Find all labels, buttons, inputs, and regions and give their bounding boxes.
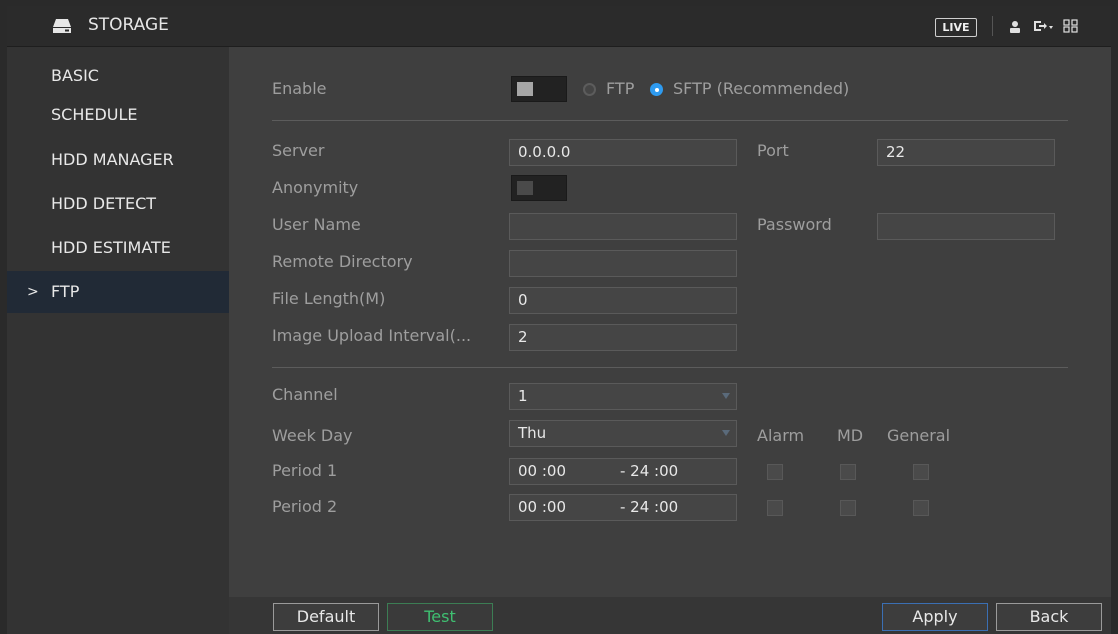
server-input[interactable]: 0.0.0.0 [509, 139, 737, 166]
upload-interval-input[interactable]: 2 [509, 324, 737, 351]
period-start-time: 00 :00 [518, 498, 566, 516]
bottom-bar: Default Test Apply Back [229, 597, 1111, 634]
weekday-label: Week Day [272, 426, 353, 445]
period-2-label: Period 2 [272, 497, 338, 516]
sidebar-item-label: FTP [51, 282, 80, 301]
default-button[interactable]: Default [273, 603, 379, 631]
page-title: STORAGE [88, 15, 169, 35]
sftp-option-label: SFTP (Recommended) [673, 79, 850, 98]
port-input[interactable]: 22 [877, 139, 1055, 166]
test-button[interactable]: Test [387, 603, 493, 631]
period-1-general-checkbox[interactable] [913, 464, 929, 480]
sidebar-item-label: BASIC [51, 66, 99, 85]
alarm-column-header: Alarm [757, 426, 805, 445]
general-column-header: General [887, 426, 951, 445]
channel-label: Channel [272, 385, 338, 404]
sidebar-item-label: HDD MANAGER [51, 150, 174, 169]
password-input[interactable] [877, 213, 1055, 240]
upload-interval-label: Image Upload Interval(... [272, 326, 472, 345]
sidebar-item-ftp[interactable]: > FTP [7, 271, 229, 313]
period-end-time: - 24 :00 [620, 498, 679, 516]
top-divider [992, 16, 993, 36]
period-1-alarm-checkbox[interactable] [767, 464, 783, 480]
period-2-general-checkbox[interactable] [913, 500, 929, 516]
md-column-header: MD [837, 426, 864, 445]
dropdown-arrow-icon [722, 430, 730, 436]
username-label: User Name [272, 215, 361, 234]
sidebar-item-schedule[interactable]: SCHEDULE [7, 94, 229, 136]
hdd-icon [53, 19, 71, 33]
channel-select[interactable]: 1 [509, 383, 737, 410]
chevron-right-icon: > [27, 284, 39, 300]
remote-directory-input[interactable] [509, 250, 737, 277]
period-2-time-input[interactable]: 00 :00 - 24 :00 [509, 494, 737, 521]
window: STORAGE LIVE BASIC SCHEDULE HDD MANAGER [7, 6, 1111, 634]
weekday-select[interactable]: Thu [509, 420, 737, 447]
period-end-time: - 24 :00 [620, 462, 679, 480]
sidebar-item-hdd-detect[interactable]: HDD DETECT [7, 183, 229, 225]
enable-label: Enable [272, 79, 327, 98]
sftp-radio[interactable] [650, 83, 663, 96]
ftp-radio[interactable] [583, 83, 596, 96]
sidebar-item-label: HDD DETECT [51, 194, 157, 213]
divider [272, 120, 1068, 121]
back-button[interactable]: Back [996, 603, 1102, 631]
toggle-knob [517, 181, 533, 195]
period-2-alarm-checkbox[interactable] [767, 500, 783, 516]
period-2-md-checkbox[interactable] [840, 500, 856, 516]
weekday-value: Thu [518, 424, 547, 442]
remote-directory-label: Remote Directory [272, 252, 413, 271]
port-label: Port [757, 141, 789, 160]
sidebar-item-hdd-estimate[interactable]: HDD ESTIMATE [7, 227, 229, 269]
sidebar-item-hdd-manager[interactable]: HDD MANAGER [7, 139, 229, 181]
apply-button[interactable]: Apply [882, 603, 988, 631]
period-start-time: 00 :00 [518, 462, 566, 480]
channel-value: 1 [518, 387, 528, 405]
sidebar: BASIC SCHEDULE HDD MANAGER HDD DETECT HD… [7, 47, 229, 634]
period-1-label: Period 1 [272, 461, 338, 480]
ftp-option-label: FTP [606, 79, 635, 98]
enable-toggle[interactable] [511, 76, 567, 102]
file-length-input[interactable]: 0 [509, 287, 737, 314]
username-input[interactable] [509, 213, 737, 240]
top-bar: STORAGE LIVE [7, 6, 1111, 47]
divider [272, 367, 1068, 368]
file-length-label: File Length(M) [272, 289, 386, 308]
server-label: Server [272, 141, 325, 160]
dropdown-arrow-icon [722, 393, 730, 399]
password-label: Password [757, 215, 832, 234]
sidebar-item-basic[interactable]: BASIC [7, 55, 229, 97]
logout-icon[interactable] [1032, 16, 1054, 36]
anonymity-toggle[interactable] [511, 175, 567, 201]
sidebar-item-label: SCHEDULE [51, 105, 138, 124]
user-icon[interactable] [1008, 16, 1022, 36]
period-1-md-checkbox[interactable] [840, 464, 856, 480]
grid-icon[interactable] [1063, 16, 1079, 36]
ftp-settings-panel: Enable FTP SFTP (Recommended) Server 0.0… [229, 47, 1111, 634]
anonymity-label: Anonymity [272, 178, 359, 197]
period-1-time-input[interactable]: 00 :00 - 24 :00 [509, 458, 737, 485]
live-button[interactable]: LIVE [935, 18, 977, 37]
toggle-knob [517, 82, 533, 96]
sidebar-item-label: HDD ESTIMATE [51, 238, 171, 257]
